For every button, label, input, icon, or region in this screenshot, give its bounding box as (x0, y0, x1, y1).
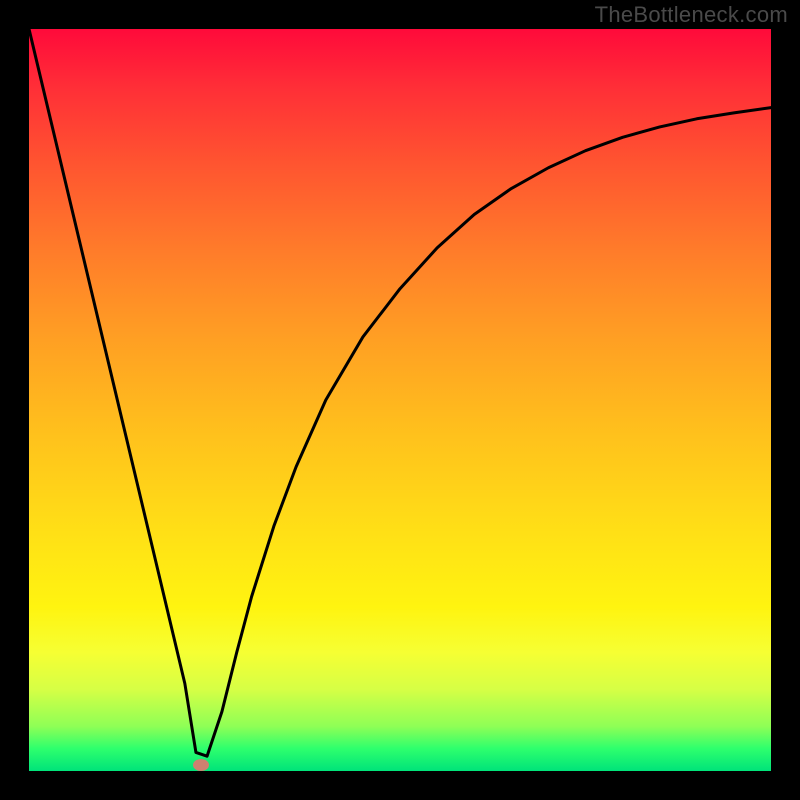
optimum-marker (193, 759, 209, 771)
plot-area (29, 29, 771, 771)
watermark-text: TheBottleneck.com (595, 2, 788, 28)
curve-svg (29, 29, 771, 771)
bottleneck-curve-path (29, 29, 771, 756)
chart-frame: TheBottleneck.com (0, 0, 800, 800)
